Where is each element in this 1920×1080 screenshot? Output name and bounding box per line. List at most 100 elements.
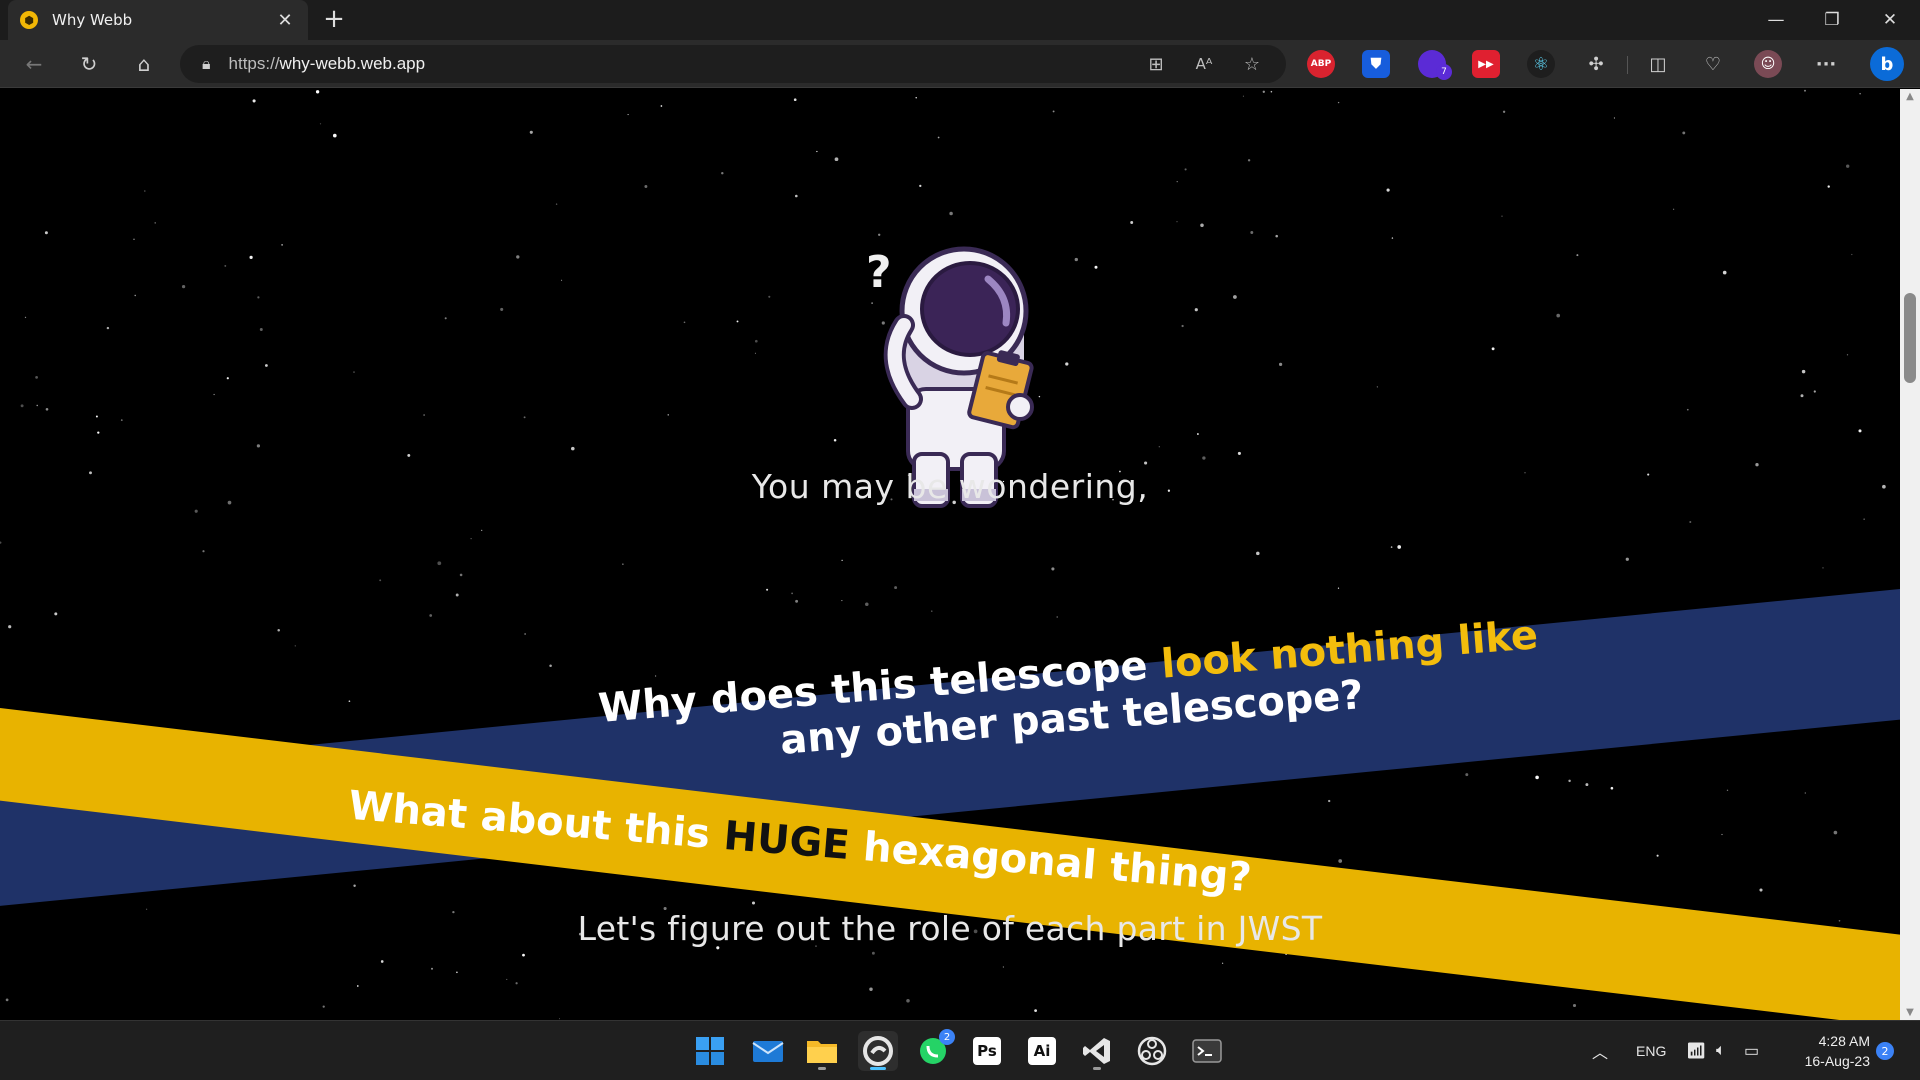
star [1726, 789, 1729, 791]
split-screen-icon[interactable]: ◫ [1644, 50, 1672, 78]
file-explorer-app[interactable] [802, 1031, 842, 1071]
star [1056, 616, 1058, 618]
bitwarden-icon[interactable]: ⛊ [1362, 50, 1390, 78]
star [754, 339, 758, 343]
star [516, 255, 520, 259]
star [8, 625, 12, 629]
extension-purple-icon[interactable]: 7 [1418, 50, 1452, 80]
star [795, 599, 799, 603]
react-devtools-icon[interactable]: ⚛ [1527, 50, 1555, 78]
star [202, 550, 205, 553]
mail-app[interactable] [748, 1031, 788, 1071]
star [654, 675, 657, 677]
extension-badge: 7 [1436, 64, 1452, 80]
star [1052, 110, 1055, 113]
star [257, 296, 260, 299]
star [1337, 587, 1340, 589]
star [423, 414, 425, 416]
notification-badge[interactable]: 2 [1876, 1042, 1894, 1060]
clock-time: 4:28 AM [1818, 1033, 1870, 1049]
star [380, 960, 384, 963]
star [506, 978, 508, 980]
star [1202, 456, 1206, 460]
terminal-icon [1192, 1039, 1222, 1063]
star [24, 316, 27, 319]
star [224, 264, 227, 267]
star [181, 284, 186, 289]
star [256, 444, 261, 448]
address-bar[interactable]: 🔒︎ https://why-webb.web.app ⊞ Aᴬ ☆ [180, 45, 1286, 83]
edge-app[interactable] [858, 1031, 898, 1071]
star [736, 320, 739, 323]
star [45, 407, 49, 411]
star [1859, 93, 1861, 95]
page-scrollbar[interactable]: ▲ ▼ [1900, 89, 1920, 1020]
star [751, 901, 756, 905]
running-indicator [818, 1067, 826, 1070]
bing-copilot-icon[interactable]: b [1870, 47, 1904, 81]
home-button[interactable]: ⌂ [126, 46, 162, 82]
star [1278, 362, 1283, 367]
star [1176, 180, 1178, 183]
profile-avatar[interactable]: ☺ [1754, 50, 1782, 78]
minimize-button[interactable]: — [1748, 0, 1804, 40]
tab-close-button[interactable]: ✕ [274, 10, 296, 31]
window-close-button[interactable]: ✕ [1862, 0, 1918, 40]
star [294, 645, 296, 647]
refresh-button[interactable]: ↻ [71, 46, 107, 82]
browser-essentials-icon[interactable]: ♡ [1699, 50, 1727, 78]
url-prefix: https:// [228, 54, 280, 73]
vscode-app[interactable] [1077, 1031, 1117, 1071]
obs-app[interactable] [1132, 1031, 1172, 1071]
show-hidden-icons-button[interactable]: ︿ [1592, 1021, 1608, 1080]
settings-more-button[interactable]: ··· [1812, 50, 1840, 78]
star [549, 664, 552, 667]
video-extension-icon[interactable]: ▶▶ [1472, 50, 1500, 78]
scroll-up-arrow-icon[interactable]: ▲ [1900, 91, 1920, 102]
star [794, 194, 798, 198]
restore-button[interactable]: ❐ [1804, 0, 1860, 40]
star [1051, 567, 1055, 571]
language-indicator[interactable]: ENG [1636, 1021, 1666, 1080]
scrollbar-thumb[interactable] [1904, 293, 1916, 383]
battery-icon[interactable]: ▭ [1744, 1021, 1759, 1080]
scroll-down-arrow-icon[interactable]: ▼ [1900, 1007, 1920, 1018]
star [915, 96, 917, 99]
volume-icon[interactable]: 🔈︎ [1716, 1021, 1726, 1080]
network-icon[interactable]: 📶︎ [1686, 1021, 1706, 1080]
app-available-icon[interactable]: ⊞ [1142, 50, 1170, 78]
star [1822, 567, 1824, 569]
tab-why-webb[interactable]: ⬢ Why Webb ✕ [8, 0, 308, 40]
whatsapp-app[interactable]: 2 [913, 1029, 955, 1071]
star [627, 114, 629, 116]
adblock-plus-icon[interactable]: ABP [1307, 50, 1335, 78]
new-tab-button[interactable]: + [318, 4, 350, 36]
star [20, 404, 24, 408]
star [555, 203, 558, 205]
edge-icon [863, 1036, 893, 1066]
photoshop-app[interactable]: Ps [967, 1031, 1007, 1071]
star [1196, 433, 1199, 435]
star [834, 157, 839, 162]
star [1502, 110, 1506, 113]
illustrator-app[interactable]: Ai [1022, 1031, 1062, 1071]
star [481, 529, 483, 532]
star [35, 376, 38, 379]
terminal-app[interactable] [1187, 1031, 1227, 1071]
star [1491, 347, 1495, 351]
star [1386, 188, 1390, 192]
favorite-star-icon[interactable]: ☆ [1238, 50, 1266, 78]
back-button[interactable]: ← [16, 46, 52, 82]
read-aloud-icon[interactable]: Aᴬ [1190, 50, 1218, 78]
star [841, 559, 843, 562]
star [869, 987, 873, 992]
star [281, 244, 283, 246]
mail-icon [752, 1041, 784, 1062]
extensions-puzzle-icon[interactable]: ✣ [1582, 50, 1610, 78]
star [1851, 253, 1853, 256]
star [1656, 854, 1659, 857]
system-clock[interactable]: 4:28 AM 16-Aug-23 [1780, 1031, 1870, 1071]
toolbar-divider [1627, 56, 1628, 74]
start-button[interactable] [690, 1031, 730, 1071]
star [444, 317, 447, 320]
